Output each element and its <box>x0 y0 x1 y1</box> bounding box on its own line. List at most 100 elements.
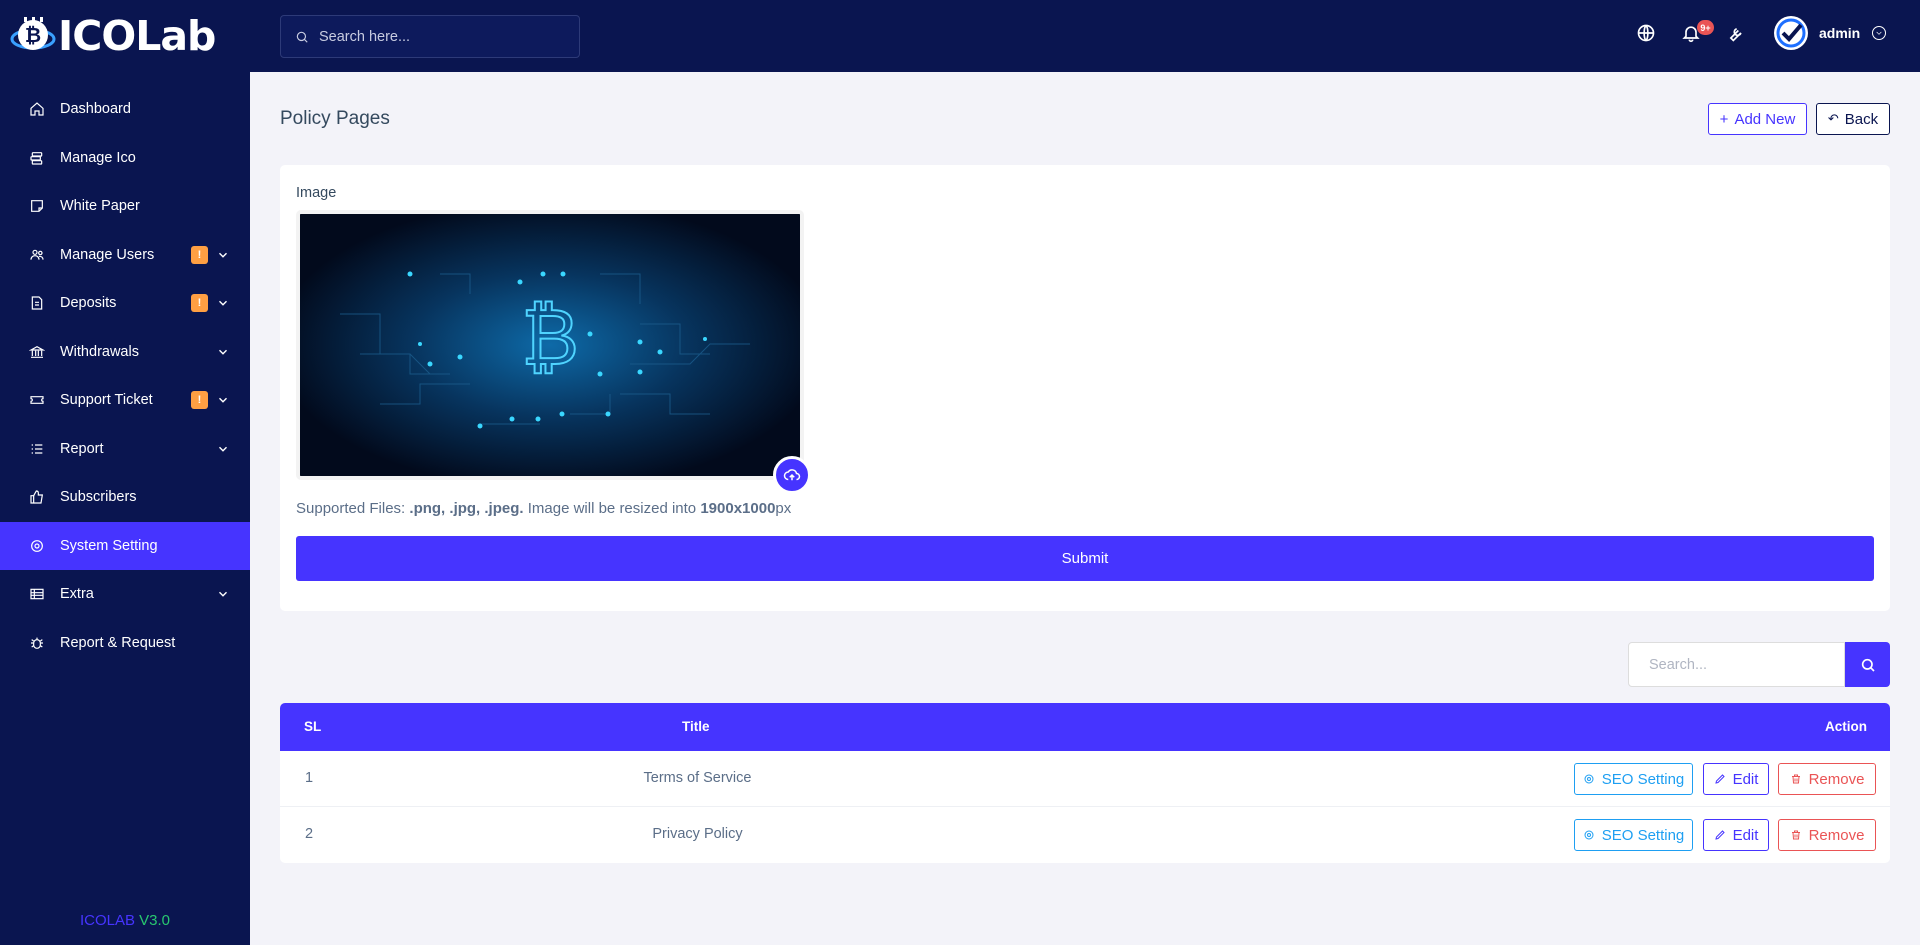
search-icon <box>1861 658 1875 672</box>
sidebar-nav: Dashboard Manage Ico White Paper Manage … <box>0 85 250 667</box>
seo-setting-button[interactable]: SEO Setting <box>1574 819 1693 851</box>
chevron-down-icon <box>216 296 230 310</box>
sidebar-item-deposits[interactable]: Deposits ! <box>0 279 250 328</box>
table-row: 1 Terms of Service SEO Setting Edit Remo… <box>280 751 1890 807</box>
warning-badge: ! <box>191 391 208 410</box>
seo-label: SEO Setting <box>1601 770 1685 788</box>
sidebar-item-system-setting[interactable]: System Setting <box>0 521 250 570</box>
avatar[interactable] <box>1774 16 1808 50</box>
image-label: Image <box>296 185 337 201</box>
row-title: Terms of Service <box>643 770 752 786</box>
back-label: Back <box>1844 110 1879 128</box>
ticket-icon <box>28 391 46 409</box>
sidebar-item-dashboard[interactable]: Dashboard <box>0 85 250 134</box>
table-search-button[interactable] <box>1845 642 1890 687</box>
chevron-down-icon <box>216 393 230 407</box>
trash-icon <box>1791 830 1800 840</box>
sidebar-item-report-request[interactable]: Report & Request <box>0 619 250 668</box>
undo-icon: ↶ <box>1827 111 1839 126</box>
supported-files-hint: Supported Files: .png, .jpg, .jpeg. Imag… <box>296 500 791 517</box>
thumbs-up-icon <box>28 488 46 506</box>
warning-badge: ! <box>191 294 208 313</box>
user-name[interactable]: admin <box>1819 25 1860 41</box>
wrench-icon[interactable] <box>1725 23 1747 45</box>
chevron-down-icon <box>216 442 230 456</box>
notification-badge: 9+ <box>1697 20 1714 35</box>
sidebar-item-label: System Setting <box>60 537 158 554</box>
table-header: SL Title Action <box>280 703 1890 751</box>
image-preview[interactable]: ₿ <box>296 210 804 480</box>
sidebar-item-extra[interactable]: Extra <box>0 570 250 619</box>
sidebar-item-white-paper[interactable]: White Paper <box>0 182 250 231</box>
seo-setting-button[interactable]: SEO Setting <box>1574 763 1693 795</box>
sidebar-item-withdrawals[interactable]: Withdrawals <box>0 328 250 377</box>
trash-icon <box>1791 774 1800 784</box>
seo-label: SEO Setting <box>1601 826 1685 844</box>
bug-icon <box>28 634 46 652</box>
users-icon <box>28 246 46 264</box>
sidebar-item-report[interactable]: Report <box>0 425 250 474</box>
sidebar-item-label: White Paper <box>60 198 140 215</box>
sidebar-item-label: Report <box>60 440 104 457</box>
globe-icon[interactable] <box>1636 23 1658 45</box>
sidebar-item-label: Subscribers <box>60 489 137 506</box>
remove-button[interactable]: Remove <box>1778 763 1876 795</box>
upload-cloud-button[interactable] <box>773 456 811 494</box>
gear-icon <box>1584 774 1594 784</box>
chevron-down-icon <box>216 345 230 359</box>
topbar: Search here... 9+ admin <box>250 0 1920 72</box>
logo[interactable]: ₿ ICOLab <box>0 0 250 72</box>
note-icon <box>28 197 46 215</box>
table-search-input[interactable]: Search... <box>1628 642 1845 687</box>
receipt-icon <box>28 294 46 312</box>
edit-label: Edit <box>1732 826 1759 844</box>
sidebar-item-support-ticket[interactable]: Support Ticket ! <box>0 376 250 425</box>
remove-label: Remove <box>1808 826 1865 844</box>
home-icon <box>28 100 46 118</box>
svg-text:₿: ₿ <box>521 293 579 383</box>
column-action: Action <box>1825 719 1867 734</box>
pencil-icon <box>1714 830 1725 840</box>
remove-label: Remove <box>1808 770 1865 788</box>
sidebar-item-label: Dashboard <box>60 101 131 118</box>
coins-icon <box>28 149 46 167</box>
sidebar-item-manage-users[interactable]: Manage Users ! <box>0 231 250 280</box>
table-icon <box>28 585 46 603</box>
page-title: Policy Pages <box>280 108 390 129</box>
submit-button[interactable]: Submit <box>296 536 1874 581</box>
logo-icon: ₿ <box>10 15 56 57</box>
supported-prefix: Supported Files: <box>296 500 406 517</box>
back-button[interactable]: ↶ Back <box>1816 103 1890 135</box>
version-name: ICOLAB <box>79 912 135 929</box>
edit-button[interactable]: Edit <box>1703 819 1769 851</box>
sidebar-item-label: Support Ticket <box>60 392 153 409</box>
gear-icon <box>28 537 46 555</box>
column-sl: SL <box>304 719 322 734</box>
add-new-button[interactable]: + Add New <box>1708 103 1807 135</box>
search-input[interactable]: Search here... <box>280 15 580 58</box>
chevron-down-icon[interactable] <box>1872 26 1886 40</box>
sidebar-item-label: Withdrawals <box>60 343 139 360</box>
row-title: Privacy Policy <box>652 826 743 842</box>
sidebar-item-manage-ico[interactable]: Manage Ico <box>0 134 250 183</box>
search-placeholder: Search here... <box>319 28 411 45</box>
add-new-label: Add New <box>1734 110 1796 128</box>
column-title: Title <box>682 719 710 734</box>
svg-text:₿: ₿ <box>25 23 41 47</box>
image-upload-area: ₿ <box>296 210 804 650</box>
version-number: V3.0 <box>139 912 171 929</box>
remove-button[interactable]: Remove <box>1778 819 1876 851</box>
edit-button[interactable]: Edit <box>1703 763 1769 795</box>
search-icon <box>296 31 308 43</box>
sidebar-item-label: Deposits <box>60 295 117 312</box>
resize-text: Image will be resized into <box>527 500 697 517</box>
logo-text: ICOLab <box>58 12 216 60</box>
logo-ico: ICO <box>58 12 136 60</box>
sidebar-item-label: Manage Ico <box>60 149 136 166</box>
sidebar-item-label: Manage Users <box>60 246 155 263</box>
chevron-down-icon <box>216 587 230 601</box>
logo-lab: Lab <box>135 12 216 60</box>
sidebar-item-subscribers[interactable]: Subscribers <box>0 473 250 522</box>
resize-size: 1900x1000 <box>700 500 776 517</box>
cloud-upload-icon <box>783 469 801 481</box>
